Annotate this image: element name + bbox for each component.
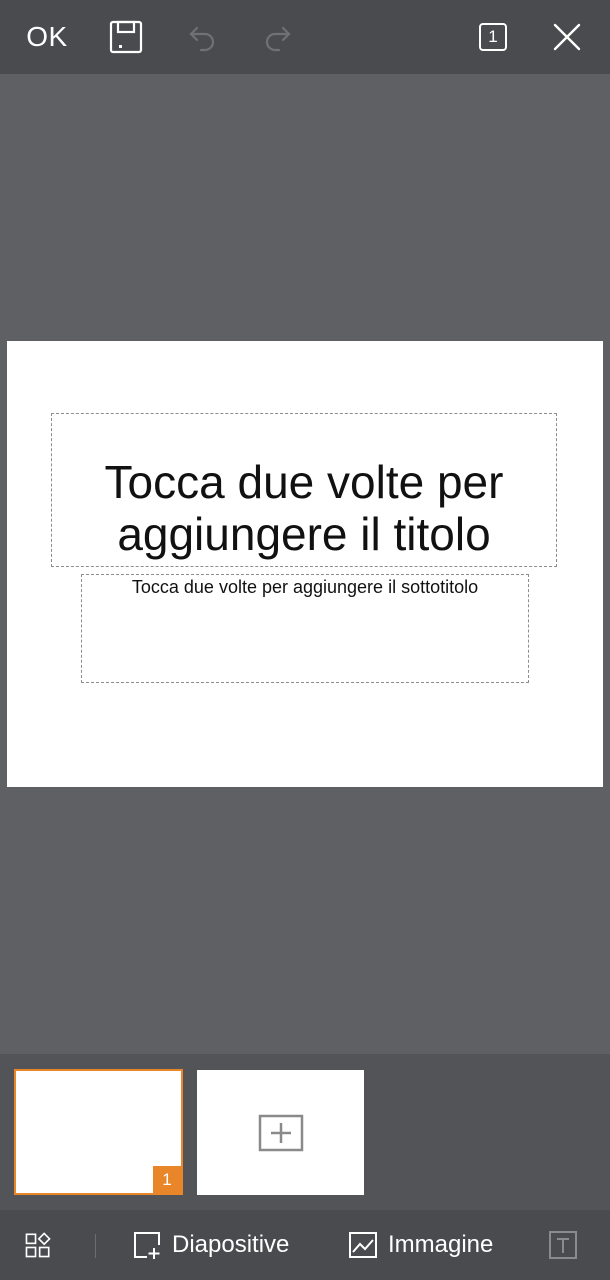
- redo-icon: [265, 26, 291, 52]
- bottom-toolbar: Diapositive Immagine: [0, 1210, 610, 1280]
- slide-number-badge: 1: [153, 1166, 181, 1193]
- slide-thumbnail[interactable]: 1: [14, 1069, 183, 1195]
- page-count-value: 1: [488, 27, 498, 46]
- undo-button[interactable]: [180, 0, 224, 74]
- add-slide-icon: [258, 1114, 303, 1151]
- title-placeholder-box[interactable]: Tocca due volte per aggiungere il titolo: [51, 413, 557, 567]
- subtitle-placeholder-text: Tocca due volte per aggiungere il sottot…: [131, 577, 479, 597]
- layout-button[interactable]: [24, 1210, 62, 1280]
- slide-thumbnail-strip: 1: [0, 1054, 610, 1210]
- image-icon: [349, 1232, 377, 1258]
- layout-grid-icon: [25, 1232, 51, 1258]
- toolbar-divider: [95, 1234, 96, 1258]
- text-box-button[interactable]: [548, 1210, 588, 1280]
- image-button-label: Immagine: [388, 1231, 494, 1258]
- close-button[interactable]: [545, 0, 589, 74]
- slide-canvas: Tocca due volte per aggiungere il titolo…: [0, 74, 610, 1054]
- slide[interactable]: Tocca due volte per aggiungere il titolo…: [7, 341, 603, 787]
- text-box-icon: [549, 1231, 577, 1259]
- redo-button[interactable]: [256, 0, 300, 74]
- slides-button[interactable]: Diapositive: [132, 1210, 289, 1280]
- save-button[interactable]: [104, 0, 148, 74]
- save-icon: [109, 20, 143, 54]
- add-slide-button[interactable]: [197, 1070, 364, 1195]
- page-count-button[interactable]: 1: [471, 0, 515, 74]
- close-icon: [553, 23, 581, 51]
- slides-button-label: Diapositive: [172, 1231, 290, 1258]
- subtitle-placeholder-box[interactable]: Tocca due volte per aggiungere il sottot…: [81, 574, 529, 683]
- new-slide-icon: [134, 1232, 160, 1259]
- ok-button[interactable]: OK: [18, 0, 76, 74]
- top-toolbar: OK 1: [0, 0, 610, 74]
- title-placeholder-text: Tocca due volte per aggiungere il titolo: [104, 456, 504, 560]
- image-button[interactable]: Immagine: [348, 1210, 493, 1280]
- undo-icon: [189, 26, 215, 52]
